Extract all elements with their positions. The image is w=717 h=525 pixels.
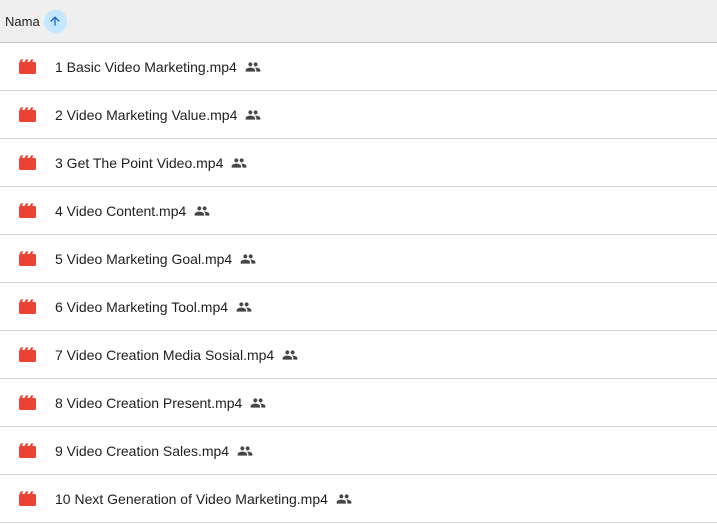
file-row[interactable]: 4 Video Content.mp4 [0, 187, 717, 235]
video-file-icon [19, 347, 36, 362]
shared-people-icon [236, 299, 252, 315]
shared-people-icon [240, 251, 256, 267]
file-row[interactable]: 7 Video Creation Media Sosial.mp4 [0, 331, 717, 379]
video-file-icon [19, 443, 36, 458]
shared-people-icon [336, 491, 352, 507]
file-name[interactable]: 7 Video Creation Media Sosial.mp4 [55, 347, 274, 363]
shared-people-icon [231, 155, 247, 171]
file-rows: 1 Basic Video Marketing.mp4 2 Video Marke… [0, 43, 717, 523]
shared-people-icon [245, 59, 261, 75]
video-file-icon [19, 59, 36, 74]
file-name[interactable]: 10 Next Generation of Video Marketing.mp… [55, 491, 328, 507]
file-row[interactable]: 6 Video Marketing Tool.mp4 [0, 283, 717, 331]
file-row[interactable]: 1 Basic Video Marketing.mp4 [0, 43, 717, 91]
name-column-header[interactable]: Nama [5, 14, 40, 29]
file-name[interactable]: 2 Video Marketing Value.mp4 [55, 107, 237, 123]
video-file-icon [19, 299, 36, 314]
shared-people-icon [245, 107, 261, 123]
file-name[interactable]: 5 Video Marketing Goal.mp4 [55, 251, 232, 267]
file-row[interactable]: 2 Video Marketing Value.mp4 [0, 91, 717, 139]
video-file-icon [19, 251, 36, 266]
file-row[interactable]: 9 Video Creation Sales.mp4 [0, 427, 717, 475]
video-file-icon [19, 155, 36, 170]
file-name[interactable]: 8 Video Creation Present.mp4 [55, 395, 242, 411]
file-name[interactable]: 9 Video Creation Sales.mp4 [55, 443, 229, 459]
file-row[interactable]: 5 Video Marketing Goal.mp4 [0, 235, 717, 283]
file-name[interactable]: 3 Get The Point Video.mp4 [55, 155, 223, 171]
shared-people-icon [250, 395, 266, 411]
sort-ascending-button[interactable] [43, 9, 67, 33]
shared-people-icon [237, 443, 253, 459]
file-list: Nama 1 Basic Video Marketing.mp4 2 Video … [0, 0, 717, 525]
file-row[interactable]: 3 Get The Point Video.mp4 [0, 139, 717, 187]
file-row[interactable]: 10 Next Generation of Video Marketing.mp… [0, 475, 717, 523]
shared-people-icon [194, 203, 210, 219]
shared-people-icon [282, 347, 298, 363]
file-name[interactable]: 1 Basic Video Marketing.mp4 [55, 59, 237, 75]
file-name[interactable]: 6 Video Marketing Tool.mp4 [55, 299, 228, 315]
arrow-up-icon [50, 16, 60, 26]
video-file-icon [19, 395, 36, 410]
file-name[interactable]: 4 Video Content.mp4 [55, 203, 186, 219]
file-row[interactable]: 8 Video Creation Present.mp4 [0, 379, 717, 427]
video-file-icon [19, 107, 36, 122]
video-file-icon [19, 203, 36, 218]
video-file-icon [19, 491, 36, 506]
column-header: Nama [0, 0, 717, 43]
